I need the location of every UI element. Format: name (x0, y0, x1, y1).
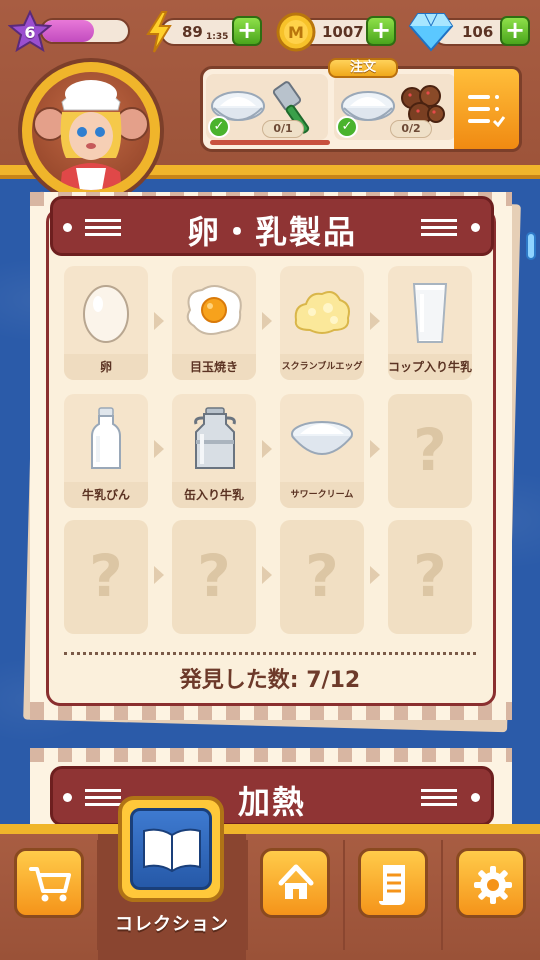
item-label: 牛乳びん (64, 482, 148, 508)
order-tab-label: 注文 (328, 58, 398, 78)
add-coins-button[interactable]: + (366, 16, 396, 46)
item-label: サワークリーム (280, 482, 364, 508)
energy-timer: 1:35 (206, 32, 229, 42)
add-gems-button[interactable]: + (500, 16, 530, 46)
diamond-icon (408, 13, 454, 52)
svg-text:M: M (288, 23, 304, 42)
item-label: 目玉焼き (172, 354, 256, 380)
gear-icon (474, 866, 512, 904)
header-lines-right (421, 219, 457, 237)
collection-item-milk-can[interactable]: 缶入り牛乳 (172, 394, 256, 508)
item-label: スクランブルエッグ (280, 354, 364, 380)
collection-button-face (130, 808, 212, 890)
question-mark-icon: ? (197, 542, 231, 610)
milk-can-icon (194, 407, 236, 469)
category-header: 卵・乳製品 (50, 196, 494, 256)
collection-item-milk-bottle[interactable]: 牛乳びん (64, 394, 148, 508)
divider (64, 652, 476, 655)
open-book-icon (143, 828, 201, 873)
chevron-right-icon (262, 566, 272, 584)
xp-bar (40, 18, 130, 44)
checklist-icon (468, 95, 506, 127)
question-mark-icon: ? (89, 542, 123, 610)
lightning-icon (146, 11, 172, 53)
glass-of-milk-icon (412, 283, 448, 343)
add-energy-button[interactable]: + (232, 16, 262, 46)
header-dot (471, 793, 480, 802)
collection-item-glass-of-milk[interactable]: コップ入り牛乳 (388, 266, 472, 380)
order-count-2: 0/2 (390, 120, 432, 138)
chevron-right-icon (154, 312, 164, 330)
order-check-icon: ✓ (336, 116, 358, 138)
collection-item-unknown[interactable]: ? (64, 520, 148, 634)
question-mark-icon: ? (413, 416, 447, 484)
nav-separator (246, 840, 248, 950)
home-icon (278, 864, 314, 899)
shop-button[interactable] (14, 848, 84, 918)
panel-stripes-top (30, 748, 512, 762)
chevron-right-icon (370, 566, 380, 584)
scrambled-egg-icon (294, 291, 350, 334)
collection-item-unknown[interactable]: ? (280, 520, 364, 634)
collection-item-unknown[interactable]: ? (388, 394, 472, 508)
collection-item-unknown[interactable]: ? (172, 520, 256, 634)
found-count: 発見した数: 7/12 (179, 668, 361, 693)
order-count-1: 0/1 (262, 120, 304, 138)
fried-egg-icon (186, 285, 242, 335)
quests-button[interactable] (358, 848, 428, 918)
chevron-right-icon (154, 566, 164, 584)
item-label: 缶入り牛乳 (172, 482, 256, 508)
collection-button[interactable] (118, 796, 224, 902)
scrollbar-thumb[interactable] (526, 232, 536, 260)
item-label: 卵 (64, 354, 148, 380)
chef-avatar[interactable] (18, 58, 164, 204)
category-header-2: 加熱 (50, 766, 494, 826)
cart-icon (29, 867, 71, 902)
item-label: コップ入り牛乳 (388, 354, 472, 380)
collection-item-scrambled-egg[interactable]: スクランブルエッグ (280, 266, 364, 380)
coin-icon: M (276, 12, 316, 52)
gem-value: 106 (462, 23, 494, 41)
chevron-right-icon (370, 312, 380, 330)
order-progress-bar (210, 140, 330, 145)
collection-item-unknown[interactable]: ? (388, 520, 472, 634)
chevron-right-icon (154, 440, 164, 458)
scroll-icon (379, 865, 405, 905)
egg-icon (83, 285, 129, 343)
question-mark-icon: ? (305, 542, 339, 610)
collection-label: コレクション (115, 914, 229, 935)
chevron-right-icon (370, 440, 380, 458)
collection-item-sour-cream[interactable]: サワークリーム (280, 394, 364, 508)
nav-separator (441, 840, 443, 950)
settings-button[interactable] (456, 848, 526, 918)
header-dot (471, 223, 480, 232)
chef-mouse-icon (33, 80, 149, 190)
order-check-icon: ✓ (208, 116, 230, 138)
chevron-right-icon (262, 312, 272, 330)
header-lines-right (421, 789, 457, 807)
avatar-portrait (32, 72, 150, 190)
milk-bottle-icon (91, 407, 121, 469)
chevron-right-icon (262, 440, 272, 458)
energy-value: 89 (182, 23, 203, 41)
order-list-button[interactable] (454, 66, 522, 152)
nav-separator (343, 840, 345, 950)
collection-item-fried-egg[interactable]: 目玉焼き (172, 266, 256, 380)
collection-item-egg[interactable]: 卵 (64, 266, 148, 380)
question-mark-icon: ? (413, 542, 447, 610)
sour-cream-icon (291, 421, 353, 455)
home-button[interactable] (260, 848, 330, 918)
coin-value: 1007 (322, 23, 364, 41)
level-number: 6 (24, 22, 36, 42)
